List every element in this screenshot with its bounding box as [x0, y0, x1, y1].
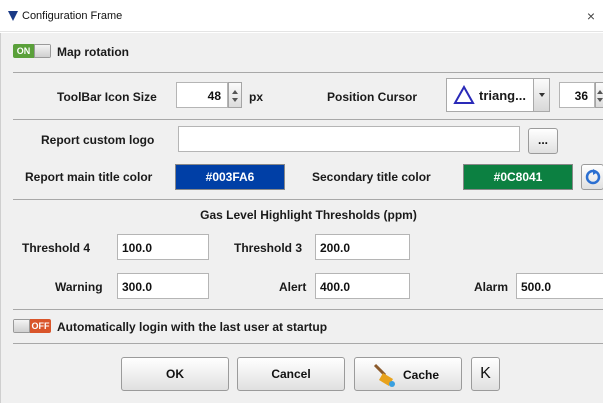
spinner-down-icon[interactable] — [597, 98, 603, 102]
position-cursor-label: Position Cursor — [327, 90, 418, 104]
cursor-size-input[interactable]: 36 — [559, 82, 595, 108]
main-title-color-label: Report main title color — [25, 170, 153, 184]
footer-section: OK Cancel Cache K — [13, 343, 603, 403]
close-icon[interactable]: × — [581, 6, 601, 26]
alert-input[interactable]: 400.0 — [315, 273, 410, 299]
alarm-input[interactable]: 500.0 — [516, 273, 603, 299]
browse-logo-button[interactable]: ... — [528, 128, 558, 154]
alert-label: Alert — [279, 280, 307, 294]
report-custom-logo-input[interactable] — [178, 126, 520, 152]
threshold4-input[interactable]: 100.0 — [117, 234, 209, 260]
icon-size-spinner[interactable] — [228, 82, 242, 108]
cancel-button[interactable]: Cancel — [237, 357, 345, 391]
threshold3-label: Threshold 3 — [234, 241, 303, 255]
warning-label: Warning — [55, 280, 103, 294]
report-custom-logo-label: Report custom logo — [41, 133, 155, 147]
auto-login-toggle[interactable]: OFF — [13, 319, 51, 333]
map-rotation-toggle[interactable]: ON — [13, 44, 51, 58]
dialog-body: ON Map rotation ToolBar Icon Size 48 px … — [0, 33, 603, 403]
toolbar-section: ToolBar Icon Size 48 px Position Cursor … — [13, 72, 603, 118]
secondary-title-color-label: Secondary title color — [312, 170, 431, 184]
window-titlebar: Configuration Frame × — [0, 0, 603, 32]
auto-login-label: Automatically login with the last user a… — [57, 320, 328, 334]
map-rotation-label: Map rotation — [57, 45, 129, 59]
toggle-knob — [13, 319, 30, 333]
spinner-up-icon[interactable] — [232, 90, 238, 94]
auto-login-section: OFF Automatically login with the last us… — [13, 309, 603, 342]
alarm-label: Alarm — [474, 280, 509, 294]
reset-colors-button[interactable] — [581, 164, 603, 190]
icon-size-unit: px — [249, 90, 264, 104]
k-button[interactable]: K — [471, 357, 500, 391]
toggle-on-text: ON — [13, 44, 34, 58]
thresholds-section: Gas Level Highlight Thresholds (ppm) Thr… — [13, 199, 603, 305]
threshold3-input[interactable]: 200.0 — [315, 234, 410, 260]
toggle-off-text: OFF — [30, 319, 51, 333]
cursor-size-spinner[interactable] — [595, 82, 603, 108]
triangle-cursor-icon — [453, 85, 475, 104]
broom-icon — [373, 363, 395, 387]
toolbar-icon-size-input[interactable]: 48 — [176, 82, 228, 108]
window-title: Configuration Frame — [22, 10, 123, 22]
position-cursor-value: triang... — [479, 88, 526, 103]
chevron-down-icon[interactable] — [533, 79, 549, 111]
warning-input[interactable]: 300.0 — [117, 273, 209, 299]
thresholds-title: Gas Level Highlight Thresholds (ppm) — [200, 208, 417, 222]
main-title-color-swatch[interactable]: #003FA6 — [175, 164, 285, 190]
threshold4-label: Threshold 4 — [22, 241, 91, 255]
toggle-knob — [34, 44, 51, 58]
cache-button-label: Cache — [403, 368, 440, 382]
spinner-up-icon[interactable] — [597, 90, 603, 94]
cache-button[interactable]: Cache — [354, 357, 462, 391]
toolbar-icon-size-label: ToolBar Icon Size — [57, 90, 157, 104]
reset-colors-icon — [585, 169, 600, 185]
secondary-title-color-swatch[interactable]: #0C8041 — [463, 164, 573, 190]
report-section: Report custom logo ... Report main title… — [13, 119, 603, 197]
position-cursor-select[interactable]: triang... — [446, 78, 550, 112]
spinner-down-icon[interactable] — [232, 98, 238, 102]
ok-button[interactable]: OK — [121, 357, 229, 391]
app-logo-icon — [8, 11, 18, 21]
